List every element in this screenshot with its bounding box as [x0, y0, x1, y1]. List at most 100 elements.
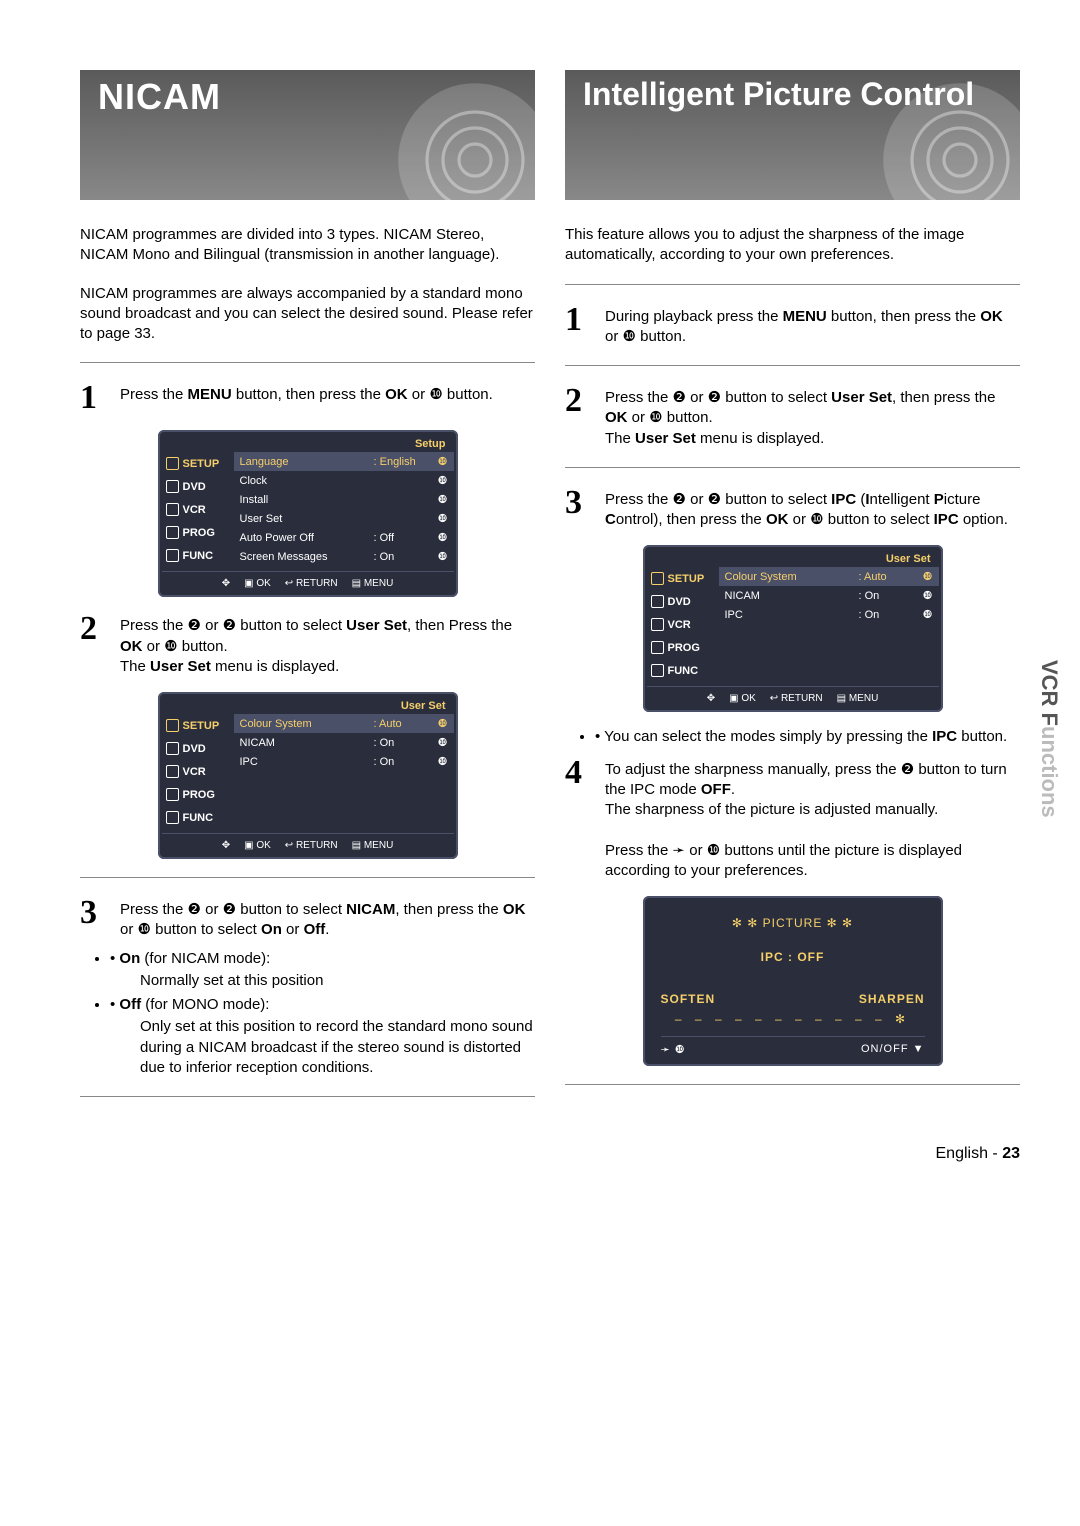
intro-paragraph-1: NICAM programmes are divided into 3 type…: [80, 225, 535, 266]
func-icon: [166, 811, 179, 824]
divider: [80, 877, 535, 878]
step-text: Press the ❷ or ❷ button to select User S…: [605, 384, 1020, 449]
picture-title: ✻ ✻ PICTURE ✻ ✻: [661, 916, 925, 930]
osd-row-ipc[interactable]: IPC: On❿: [234, 752, 454, 771]
osd-row-clock[interactable]: Clock❿: [234, 471, 454, 490]
dvd-icon: [166, 480, 179, 493]
gear-icon: [166, 457, 179, 470]
osd-header: User Set: [162, 696, 454, 714]
intro-paragraph-2: NICAM programmes are always accompanied …: [80, 284, 535, 345]
osd-row-nicam[interactable]: NICAM: On❿: [234, 733, 454, 752]
osd-list: Language: English❿ Clock❿ Install❿ User …: [234, 452, 454, 567]
osd-row-screenmsg[interactable]: Screen Messages: On❿: [234, 547, 454, 566]
osd-side-dvd[interactable]: DVD: [162, 475, 234, 498]
step-number: 2: [565, 384, 595, 449]
step-text: Press the ❷ or ❷ button to select NICAM,…: [120, 896, 535, 941]
osd-row-userset[interactable]: User Set❿: [234, 509, 454, 528]
osd-row-coloursystem[interactable]: Colour System: Auto❿: [719, 567, 939, 586]
osd-row-nicam[interactable]: NICAM: On❿: [719, 586, 939, 605]
step-number: 4: [565, 756, 595, 882]
disc-icon: [880, 80, 1020, 200]
option-on-desc: Normally set at this position: [140, 971, 535, 991]
intro-paragraph: This feature allows you to adjust the sh…: [565, 225, 1020, 266]
osd-side-prog[interactable]: PROG: [647, 636, 719, 659]
step-2: 2 Press the ❷ or ❷ button to select User…: [565, 384, 1020, 449]
option-off-desc: Only set at this position to record the …: [140, 1017, 535, 1078]
step-number: 1: [80, 381, 110, 415]
osd-picture: ✻ ✻ PICTURE ✻ ✻ IPC : OFF SOFTEN SHARPEN…: [643, 896, 943, 1066]
step-text: Press the ❷ or ❷ button to select IPC (I…: [605, 486, 1020, 531]
osd-side-vcr[interactable]: VCR: [162, 498, 234, 521]
ipc-status: IPC : OFF: [661, 950, 925, 964]
osd-side-func[interactable]: FUNC: [647, 659, 719, 682]
osd-side-func[interactable]: FUNC: [162, 544, 234, 567]
divider: [80, 362, 535, 363]
nav-onoff: ON/OFF ▼: [861, 1043, 925, 1056]
sharpness-scale[interactable]: – – – – – – – – – – – ✻: [661, 1012, 925, 1026]
step-text: Press the ❷ or ❷ button to select User S…: [120, 612, 535, 677]
osd-side-vcr[interactable]: VCR: [647, 613, 719, 636]
step-number: 2: [80, 612, 110, 677]
option-list: • On (for NICAM mode): Normally set at t…: [80, 949, 535, 1079]
section-title-ipc: Intelligent Picture Control: [565, 70, 1020, 200]
osd-side-func[interactable]: FUNC: [162, 806, 234, 829]
step-3: 3 Press the ❷ or ❷ button to select NICA…: [80, 896, 535, 941]
osd-side-prog[interactable]: PROG: [162, 783, 234, 806]
step-1: 1 Press the MENU button, then press the …: [80, 381, 535, 415]
vcr-icon: [166, 765, 179, 778]
vcr-icon: [166, 503, 179, 516]
osd-footer: ✥ ▣ OK ↩ RETURN ▤ MENU: [162, 571, 454, 593]
note-ipc-button: • You can select the modes simply by pre…: [595, 727, 1020, 747]
nav-icon: ✥: [222, 578, 230, 589]
osd-side-dvd[interactable]: DVD: [162, 737, 234, 760]
page-footer: English - 23: [80, 1145, 1020, 1163]
osd-side-prog[interactable]: PROG: [162, 521, 234, 544]
step-number: 1: [565, 303, 595, 348]
osd-setup-menu: Setup SETUP DVD VCR PROG FUNC Language: …: [158, 430, 458, 597]
divider: [565, 365, 1020, 366]
osd-list: Colour System: Auto❿ NICAM: On❿ IPC: On❿: [719, 567, 939, 682]
prog-icon: [651, 641, 664, 654]
osd-footer: ✥ ▣ OK ↩ RETURN ▤ MENU: [162, 833, 454, 855]
osd-row-ipc[interactable]: IPC: On❿: [719, 605, 939, 624]
osd-userset-menu: User Set SETUP DVD VCR PROG FUNC Colour …: [158, 692, 458, 859]
step-1: 1 During playback press the MENU button,…: [565, 303, 1020, 348]
osd-header: Setup: [162, 434, 454, 452]
func-icon: [651, 664, 664, 677]
osd-side-setup[interactable]: SETUP: [647, 567, 719, 590]
step-2: 2 Press the ❷ or ❷ button to select User…: [80, 612, 535, 677]
soften-label: SOFTEN: [661, 992, 716, 1006]
osd-side-setup[interactable]: SETUP: [162, 452, 234, 475]
osd-side-tabs: SETUP DVD VCR PROG FUNC: [162, 714, 234, 829]
dvd-icon: [166, 742, 179, 755]
note-list: • You can select the modes simply by pre…: [565, 727, 1020, 747]
osd-userset-menu: User Set SETUP DVD VCR PROG FUNC Colour …: [643, 545, 943, 712]
osd-row-coloursystem[interactable]: Colour System: Auto❿: [234, 714, 454, 733]
osd-row-install[interactable]: Install❿: [234, 490, 454, 509]
step-3: 3 Press the ❷ or ❷ button to select IPC …: [565, 486, 1020, 531]
osd-side-dvd[interactable]: DVD: [647, 590, 719, 613]
option-off: • Off (for MONO mode): Only set at this …: [110, 995, 535, 1078]
step-text: Press the MENU button, then press the OK…: [120, 381, 493, 415]
step-number: 3: [80, 896, 110, 941]
divider: [565, 467, 1020, 468]
osd-row-language[interactable]: Language: English❿: [234, 452, 454, 471]
osd-side-tabs: SETUP DVD VCR PROG FUNC: [162, 452, 234, 567]
option-on: • On (for NICAM mode): Normally set at t…: [110, 949, 535, 992]
prog-icon: [166, 526, 179, 539]
step-4: 4 To adjust the sharpness manually, pres…: [565, 756, 1020, 882]
disc-icon: [395, 80, 535, 200]
osd-side-vcr[interactable]: VCR: [162, 760, 234, 783]
gear-icon: [651, 572, 664, 585]
step-number: 3: [565, 486, 595, 531]
osd-row-autopoweroff[interactable]: Auto Power Off: Off❿: [234, 528, 454, 547]
osd-side-setup[interactable]: SETUP: [162, 714, 234, 737]
prog-icon: [166, 788, 179, 801]
section-title-nicam: NICAM: [80, 70, 535, 200]
osd-list: Colour System: Auto❿ NICAM: On❿ IPC: On❿: [234, 714, 454, 829]
vcr-icon: [651, 618, 664, 631]
divider: [565, 1084, 1020, 1085]
section-tab: VCR Functions: [1036, 660, 1062, 818]
nav-left-right: ➛ ❿: [661, 1043, 686, 1056]
divider: [80, 1096, 535, 1097]
